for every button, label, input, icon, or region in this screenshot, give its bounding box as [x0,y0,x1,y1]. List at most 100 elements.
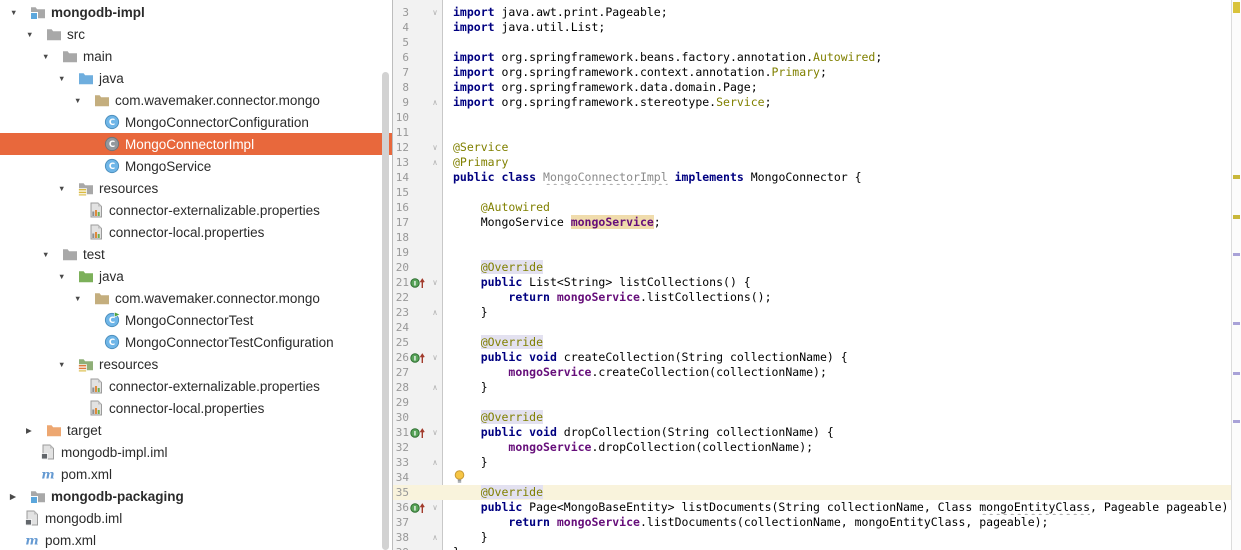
tree-item[interactable]: connector-local.properties [0,221,392,243]
line-number[interactable]: 29 [393,395,409,410]
line-number[interactable]: 36 [393,500,409,515]
line-number[interactable]: 15 [393,185,409,200]
code-text[interactable]: mongoService.createCollection(collection… [443,365,1241,380]
tree-item[interactable]: ▼test [0,243,392,265]
code-text[interactable] [443,125,1241,140]
fold-marker-icon[interactable]: ∨ [427,5,443,20]
code-text[interactable]: return mongoService.listCollections(); [443,290,1241,305]
line-number[interactable]: 9 [393,95,409,110]
code-text[interactable]: return mongoService.listDocuments(collec… [443,515,1241,530]
occurrence-stripe-mark[interactable] [1233,420,1240,423]
code-line[interactable]: 8import org.springframework.data.domain.… [393,80,1241,95]
line-number[interactable]: 28 [393,380,409,395]
tree-item[interactable]: mpom.xml [0,529,392,550]
inspections-indicator-icon[interactable] [1233,2,1240,13]
code-text[interactable]: } [443,380,1241,395]
line-number[interactable]: 6 [393,50,409,65]
code-text[interactable]: mongoService.dropCollection(collectionNa… [443,440,1241,455]
line-number[interactable]: 23 [393,305,409,320]
line-number[interactable]: 39 [393,545,409,550]
code-text[interactable]: public List<String> listCollections() { [443,275,1241,290]
code-line[interactable]: 7import org.springframework.context.anno… [393,65,1241,80]
line-number[interactable]: 20 [393,260,409,275]
code-text[interactable]: import java.awt.print.Pageable; [443,5,1241,20]
line-number[interactable]: 32 [393,440,409,455]
fold-marker-icon[interactable]: ∧ [427,455,443,470]
code-line[interactable]: 25 @Override [393,335,1241,350]
fold-marker-icon[interactable]: ∧ [427,305,443,320]
code-line[interactable]: 5 [393,35,1241,50]
code-text[interactable] [443,245,1241,260]
line-number[interactable]: 12 [393,140,409,155]
code-line[interactable]: 38∧ } [393,530,1241,545]
expand-arrow-icon[interactable]: ▼ [72,294,94,303]
expand-arrow-icon[interactable]: ▼ [72,96,94,105]
code-line[interactable]: 33 ∧ } [393,455,1241,470]
code-editor[interactable]: 3∨import java.awt.print.Pageable;4import… [393,0,1241,550]
expand-arrow-icon[interactable]: ▼ [56,272,78,281]
tree-item[interactable]: ▼com.wavemaker.connector.mongo [0,89,392,111]
fold-marker-icon[interactable]: ∨ [427,140,443,155]
tree-item[interactable]: mongodb-impl.iml [0,441,392,463]
code-text[interactable]: } [443,530,1241,545]
code-text[interactable]: } [443,545,1241,550]
code-line[interactable]: 11 [393,125,1241,140]
code-text[interactable]: @Primary [443,155,1241,170]
occurrence-stripe-mark[interactable] [1233,322,1240,325]
line-number[interactable]: 35 [393,485,409,500]
code-line[interactable]: 24 [393,320,1241,335]
line-number[interactable]: 21 [393,275,409,290]
code-line[interactable]: 12 ∨@Service [393,140,1241,155]
code-text[interactable]: @Override [443,410,1241,425]
code-text[interactable]: public class MongoConnectorImpl implemen… [443,170,1241,185]
code-text[interactable]: } [443,455,1241,470]
code-text[interactable]: @Service [443,140,1241,155]
code-line[interactable]: 13∧@Primary [393,155,1241,170]
code-text[interactable]: public void dropCollection(String collec… [443,425,1241,440]
code-line[interactable]: 9∧import org.springframework.stereotype.… [393,95,1241,110]
fold-marker-icon[interactable]: ∧ [427,530,443,545]
tree-item[interactable]: ▼mongodb-impl [0,1,392,23]
tree-item[interactable]: ▼main [0,45,392,67]
intention-lightbulb-icon[interactable] [454,470,466,485]
line-number[interactable]: 3 [393,5,409,20]
code-line[interactable]: 4import java.util.List; [393,20,1241,35]
line-number[interactable]: 33 [393,455,409,470]
tree-item[interactable]: mongodb.iml [0,507,392,529]
tree-item[interactable]: ▼src [0,23,392,45]
code-line[interactable]: 15 [393,185,1241,200]
line-number[interactable]: 25 [393,335,409,350]
code-text[interactable] [443,230,1241,245]
code-line[interactable]: 35 @Override [393,485,1241,500]
occurrence-stripe-mark[interactable] [1233,253,1240,256]
code-line[interactable]: 36I∨ public Page<MongoBaseEntity> listDo… [393,500,1241,515]
code-line[interactable]: 22 return mongoService.listCollections()… [393,290,1241,305]
code-text[interactable]: MongoService mongoService; [443,215,1241,230]
code-text[interactable] [443,470,1241,485]
code-line[interactable]: 28∧ } [393,380,1241,395]
line-number[interactable]: 19 [393,245,409,260]
line-number[interactable]: 26 [393,350,409,365]
code-text[interactable]: @Override [443,485,1241,500]
implementing-method-icon[interactable]: I [409,350,427,365]
expand-arrow-icon[interactable]: ▼ [40,250,62,259]
code-text[interactable]: import org.springframework.beans.factory… [443,50,1241,65]
occurrence-stripe-mark[interactable] [1233,372,1240,375]
line-number[interactable]: 18 [393,230,409,245]
code-line[interactable]: 21I∨ public List<String> listCollections… [393,275,1241,290]
tree-item[interactable]: CMongoConnectorImpl [0,133,392,155]
implementing-method-icon[interactable]: I [409,425,427,440]
code-line[interactable]: 30 @Override [393,410,1241,425]
code-text[interactable]: @Autowired [443,200,1241,215]
expand-arrow-icon[interactable]: ▼ [24,30,46,39]
code-text[interactable]: import java.util.List; [443,20,1241,35]
code-line[interactable]: 16 @Autowired [393,200,1241,215]
code-line[interactable]: 37 return mongoService.listDocuments(col… [393,515,1241,530]
code-text[interactable]: @Override [443,335,1241,350]
tree-item[interactable]: connector-local.properties [0,397,392,419]
code-line[interactable]: 14public class MongoConnectorImpl implem… [393,170,1241,185]
line-number[interactable]: 13 [393,155,409,170]
tree-item[interactable]: connector-externalizable.properties [0,199,392,221]
tree-item[interactable]: CMongoConnectorConfiguration [0,111,392,133]
fold-marker-icon[interactable]: ∨ [427,350,443,365]
